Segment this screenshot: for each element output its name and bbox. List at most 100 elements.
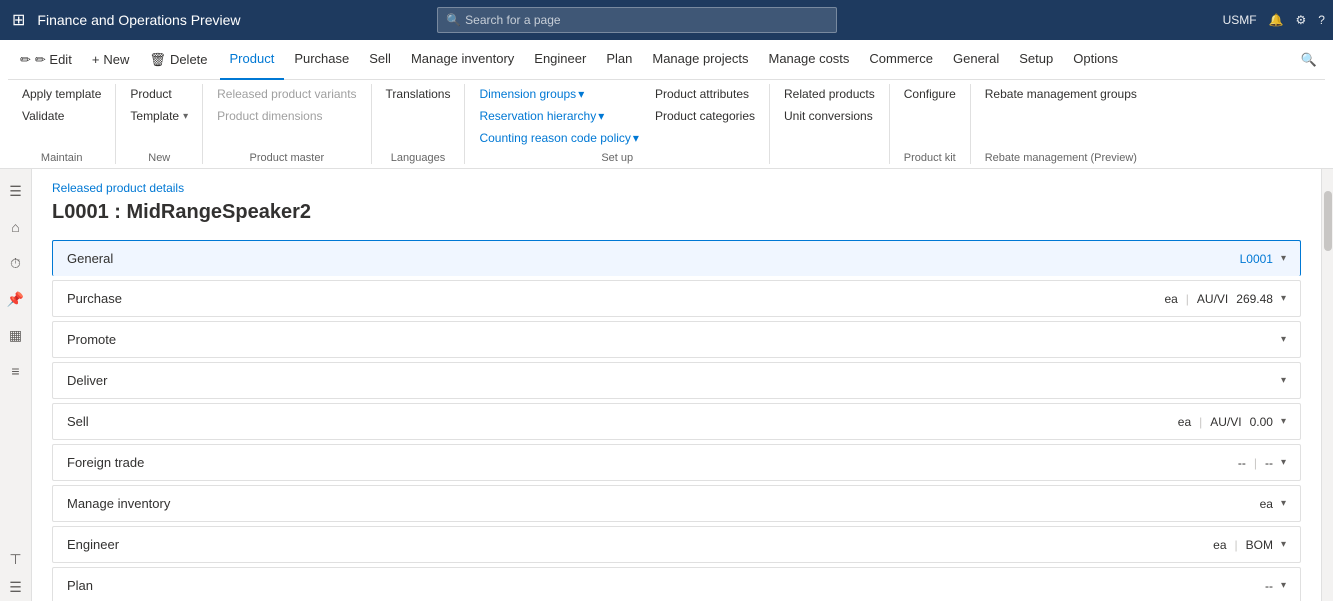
edit-button[interactable]: ✏ ✏ Edit <box>12 48 80 72</box>
ribbon-group-languages: Translations Languages <box>372 84 466 164</box>
sections-container: General L0001 ▾ Purchase ea | AU/VI 269.… <box>52 240 1301 601</box>
section-row-purchase[interactable]: Purchase ea | AU/VI 269.48 ▾ <box>52 280 1301 317</box>
new-group-title: New <box>124 148 194 164</box>
new-icon: + <box>92 52 100 67</box>
maintain-group-title: Maintain <box>16 148 107 164</box>
product-attributes-button[interactable]: Product attributes <box>649 84 761 104</box>
released-variants-button[interactable]: Released product variants <box>211 84 362 104</box>
top-bar-right: USMF 🔔 ⚙ ? <box>1223 13 1325 27</box>
section-title-plan: Plan <box>67 578 1265 593</box>
ribbon-group-rebate: Rebate management groups Rebate manageme… <box>971 84 1151 164</box>
section-row-sell[interactable]: Sell ea | AU/VI 0.00 ▾ <box>52 403 1301 440</box>
related-group-title <box>778 160 881 164</box>
section-meta-mid: -- <box>1265 456 1273 470</box>
tab-purchase[interactable]: Purchase <box>284 40 359 80</box>
chevron-icon-deliver: ▾ <box>1281 375 1286 386</box>
search-bar[interactable]: 🔍 <box>437 7 837 33</box>
rebate-management-groups-button[interactable]: Rebate management groups <box>979 84 1143 104</box>
chevron-icon-purchase: ▾ <box>1281 293 1286 304</box>
pinned-icon[interactable]: 📌 <box>2 285 30 313</box>
section-meta-general: L0001 <box>1240 252 1273 266</box>
chevron-icon-plan: ▾ <box>1281 580 1286 591</box>
reservation-hierarchy-button[interactable]: Reservation hierarchy ▾ <box>473 106 644 126</box>
section-meta-right: 269.48 <box>1236 292 1273 306</box>
notification-icon[interactable]: 🔔 <box>1269 13 1284 27</box>
tab-manage-inventory[interactable]: Manage inventory <box>401 40 524 80</box>
settings-nav-icon[interactable]: ☰ <box>2 573 30 601</box>
search-input[interactable] <box>465 13 828 27</box>
home-icon[interactable]: ⌂ <box>2 213 30 241</box>
section-meta-left: ea <box>1164 292 1177 306</box>
section-title-engineer: Engineer <box>67 537 1213 552</box>
section-meta-right: 0.00 <box>1250 415 1273 429</box>
tab-manage-costs[interactable]: Manage costs <box>758 40 859 80</box>
chevron-icon-sell: ▾ <box>1281 416 1286 427</box>
ribbon-group-new: Product Template ▾ New <box>116 84 203 164</box>
product-dimensions-button[interactable]: Product dimensions <box>211 106 362 126</box>
section-title-promote: Promote <box>67 332 1273 347</box>
top-bar: ⊞ Finance and Operations Preview 🔍 USMF … <box>0 0 1333 40</box>
list-icon[interactable]: ≡ <box>2 357 30 385</box>
main-layout: ☰ ⌂ ⏱ 📌 ▦ ≡ ⊤ ☰ Released product details… <box>0 169 1333 601</box>
product-categories-button[interactable]: Product categories <box>649 106 761 126</box>
languages-group-title: Languages <box>380 148 457 164</box>
related-products-button[interactable]: Related products <box>778 84 881 104</box>
ribbon-group-setup: Dimension groups ▾ Reservation hierarchy… <box>465 84 770 164</box>
hamburger-icon[interactable]: ☰ <box>2 177 30 205</box>
section-meta-foreign_trade: -- | -- <box>1238 456 1273 470</box>
tab-commerce[interactable]: Commerce <box>859 40 943 80</box>
dimension-groups-button[interactable]: Dimension groups ▾ <box>473 84 644 104</box>
new-product-button[interactable]: Product <box>124 84 194 104</box>
section-meta-mid: AU/VI <box>1210 415 1241 429</box>
section-row-manage_inventory[interactable]: Manage inventory ea ▾ <box>52 485 1301 522</box>
section-row-deliver[interactable]: Deliver ▾ <box>52 362 1301 399</box>
tab-sell[interactable]: Sell <box>359 40 401 80</box>
section-meta-left: ea <box>1178 415 1191 429</box>
tab-engineer[interactable]: Engineer <box>524 40 596 80</box>
apply-template-button[interactable]: Apply template <box>16 84 107 104</box>
ribbon-group-related: Related products Unit conversions <box>770 84 890 164</box>
configure-button[interactable]: Configure <box>898 84 962 104</box>
delete-button[interactable]: 🗑 Delete <box>141 48 215 72</box>
chevron-icon-manage_inventory: ▾ <box>1281 498 1286 509</box>
translations-button[interactable]: Translations <box>380 84 457 104</box>
section-title-deliver: Deliver <box>67 373 1273 388</box>
tab-plan[interactable]: Plan <box>596 40 642 80</box>
new-template-button[interactable]: Template ▾ <box>124 106 194 126</box>
tab-manage-projects[interactable]: Manage projects <box>642 40 758 80</box>
unit-conversions-button[interactable]: Unit conversions <box>778 106 881 126</box>
section-row-promote[interactable]: Promote ▾ <box>52 321 1301 358</box>
tab-product[interactable]: Product <box>220 40 285 80</box>
rebate-group-title: Rebate management (Preview) <box>979 148 1143 164</box>
counting-reason-button[interactable]: Counting reason code policy ▾ <box>473 128 644 148</box>
scrollbar-thumb[interactable] <box>1324 191 1332 251</box>
new-button[interactable]: + New <box>84 48 138 71</box>
tab-options[interactable]: Options <box>1063 40 1128 80</box>
section-row-plan[interactable]: Plan -- ▾ <box>52 567 1301 601</box>
section-row-engineer[interactable]: Engineer ea | BOM ▾ <box>52 526 1301 563</box>
help-icon[interactable]: ? <box>1318 13 1325 27</box>
chevron-icon-foreign_trade: ▾ <box>1281 457 1286 468</box>
tab-setup[interactable]: Setup <box>1009 40 1063 80</box>
scrollbar-track[interactable] <box>1321 169 1333 601</box>
product-kit-group-title: Product kit <box>898 148 962 164</box>
tab-general[interactable]: General <box>943 40 1009 80</box>
ribbon-group-product-kit: Configure Product kit <box>890 84 971 164</box>
section-row-foreign_trade[interactable]: Foreign trade -- | -- ▾ <box>52 444 1301 481</box>
section-title-sell: Sell <box>67 414 1178 429</box>
grid-icon[interactable]: ⊞ <box>8 6 29 34</box>
recent-icon[interactable]: ⏱ <box>2 249 30 277</box>
section-meta-mid: AU/VI <box>1197 292 1228 306</box>
ribbon-search-icon[interactable]: 🔍 <box>1293 48 1325 72</box>
section-title-foreign_trade: Foreign trade <box>67 455 1238 470</box>
modules-icon[interactable]: ▦ <box>2 321 30 349</box>
settings-icon[interactable]: ⚙ <box>1296 13 1307 27</box>
filter-icon[interactable]: ⊤ <box>2 545 30 573</box>
ribbon-tabs: ✏ ✏ Edit + New 🗑 Delete Product Purchase… <box>8 40 1325 80</box>
validate-button[interactable]: Validate <box>16 106 107 126</box>
edit-icon: ✏ <box>20 52 31 68</box>
section-meta-left: ea <box>1213 538 1226 552</box>
section-meta-left: -- <box>1265 579 1273 593</box>
section-row-general[interactable]: General L0001 ▾ <box>52 240 1301 276</box>
breadcrumb[interactable]: Released product details <box>52 181 1301 195</box>
